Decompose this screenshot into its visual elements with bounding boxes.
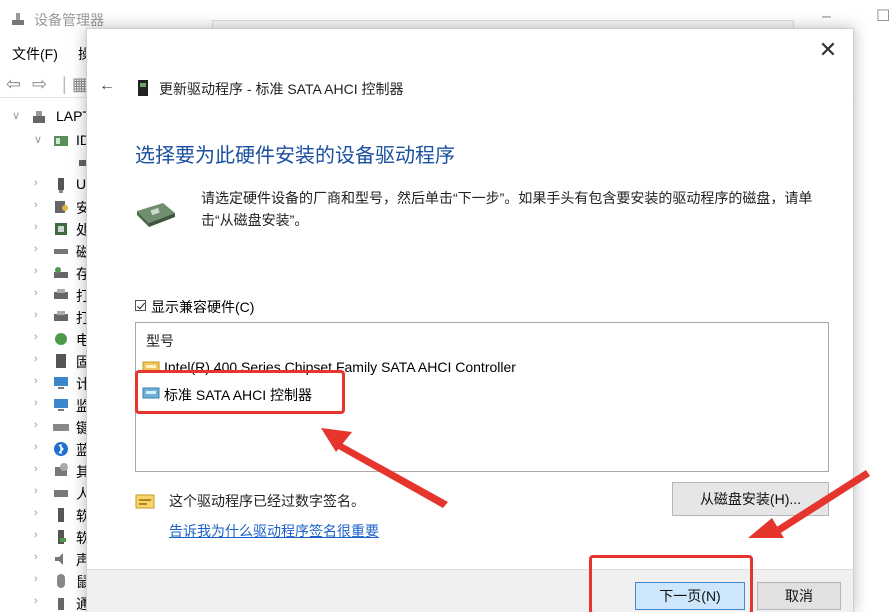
device-manager-title: 设备管理器 [34,12,104,28]
chevron-right-icon[interactable]: › [34,287,38,299]
update-driver-dialog: ✕ ← 更新驱动程序 - 标准 SATA AHCI 控制器 选择要为此硬件安装的… [86,28,854,612]
hardware-board-icon [137,203,175,227]
cancel-button[interactable]: 取消 [757,582,841,610]
other-devices-icon [55,463,68,476]
signature-info-link[interactable]: 告诉我为什么驱动程序签名很重要 [169,521,379,541]
hid-icon [54,490,68,497]
minimize-icon[interactable]: – [822,8,831,26]
speaker-icon [55,553,63,565]
disk-drive-icon [54,249,68,254]
processor-icon [55,223,67,235]
tree-item[interactable]: › 处 [0,218,90,240]
security-device-icon [55,201,68,213]
model-column-header: 型号 [146,333,174,349]
bluetooth-icon [54,442,68,456]
tree-item[interactable]: › 固 [0,350,90,372]
printer-icon [54,289,68,299]
chevron-right-icon[interactable]: › [34,309,38,321]
tree-item[interactable]: › 存 [0,262,90,284]
mouse-icon [57,574,65,588]
software-component-icon [58,508,64,522]
tree-item-label: U [76,176,87,192]
chevron-right-icon[interactable]: › [34,463,38,475]
chevron-down-icon[interactable]: ∨ [12,109,20,122]
tree-item[interactable]: › 安 [0,196,90,218]
back-arrow-icon[interactable]: ← [99,77,115,95]
forward-arrow-icon[interactable]: ⇨ [32,74,47,95]
device-manager-icon [12,13,24,25]
chevron-right-icon[interactable]: › [34,353,38,365]
chevron-right-icon[interactable]: › [34,529,38,541]
tree-item[interactable]: › 软 [0,526,90,548]
tree-item[interactable]: › 打 [0,284,90,306]
tree-item[interactable]: › 蓝 [0,438,90,460]
software-device-icon [58,530,66,544]
chevron-right-icon[interactable]: › [34,199,38,211]
tree-item[interactable]: › 声 [0,548,90,570]
chevron-right-icon[interactable]: › [34,595,38,607]
chevron-right-icon[interactable]: › [34,265,38,277]
storage-controller-icon [54,267,68,278]
chevron-right-icon[interactable]: › [34,397,38,409]
tree-item[interactable]: › U [0,174,86,196]
chevron-down-icon[interactable]: ∨ [34,133,42,146]
chevron-right-icon[interactable]: › [34,441,38,453]
tree-root[interactable]: ∨ LAPT [0,106,91,128]
signed-certificate-icon [135,494,155,509]
annotation-box-next-button [589,555,753,612]
print-queue-icon [54,311,68,321]
firmware-icon [56,354,66,368]
monitor-icon [54,399,68,411]
checkbox-checked-icon[interactable] [135,300,146,311]
background-right-area [855,38,896,612]
page-heading: 选择要为此硬件安装的设备驱动程序 [135,143,455,167]
annotation-box-selected-model [135,370,345,414]
dialog-title: 更新驱动程序 - 标准 SATA AHCI 控制器 [159,81,404,97]
usb-icon [58,178,64,193]
tree-item[interactable]: › 电 [0,328,90,350]
tree-item[interactable]: › 鼠 [0,570,90,592]
show-compatible-label[interactable]: 显示兼容硬件(C) [151,297,254,317]
device-tree: ∨ LAPT ∨ IDE › U › 安 › 处 › [0,100,99,612]
tree-item[interactable]: › 键 [0,416,90,438]
tree-item[interactable]: › 人 [0,482,90,504]
chevron-right-icon[interactable]: › [34,507,38,519]
tree-item[interactable]: › 通 [0,592,90,612]
chevron-right-icon[interactable]: › [34,177,38,189]
chevron-right-icon[interactable]: › [34,551,38,563]
back-arrow-icon[interactable]: ⇦ [6,74,21,95]
tree-item[interactable]: › 磁 [0,240,90,262]
serial-bus-icon [58,598,64,610]
computer-icon [33,111,45,123]
battery-icon [55,333,67,345]
chevron-right-icon[interactable]: › [34,243,38,255]
tree-item[interactable]: › 软 [0,504,90,526]
tree-item[interactable]: › 打 [0,306,90,328]
close-icon[interactable]: ✕ [815,37,841,63]
chevron-right-icon[interactable]: › [34,221,38,233]
chevron-right-icon[interactable]: › [34,375,38,387]
chevron-right-icon[interactable]: › [34,331,38,343]
chevron-right-icon[interactable]: › [34,485,38,497]
computer-monitor-icon [54,377,68,389]
have-disk-button[interactable]: 从磁盘安装(H)... [672,482,829,516]
chevron-right-icon[interactable]: › [34,419,38,431]
maximize-icon[interactable]: ☐ [876,6,890,26]
keyboard-icon [53,424,69,431]
signature-status-text: 这个驱动程序已经过数字签名。 [169,493,365,509]
tree-item[interactable]: › 监 [0,394,90,416]
chevron-right-icon[interactable]: › [34,573,38,585]
tree-item[interactable]: › 其 [0,460,90,482]
tree-item[interactable]: ∨ IDE [0,130,99,152]
controller-device-icon [138,80,148,96]
tree-item[interactable] [0,152,91,174]
menu-file[interactable]: 文件(F) [12,44,58,64]
toolbar-divider: | [62,74,67,94]
ide-controller-icon [54,136,68,146]
instructions-text: 请选定硬件设备的厂商和型号，然后单击“下一步”。如果手头有包含要安装的驱动程序的… [201,190,813,228]
tree-item[interactable]: › 计 [0,372,90,394]
